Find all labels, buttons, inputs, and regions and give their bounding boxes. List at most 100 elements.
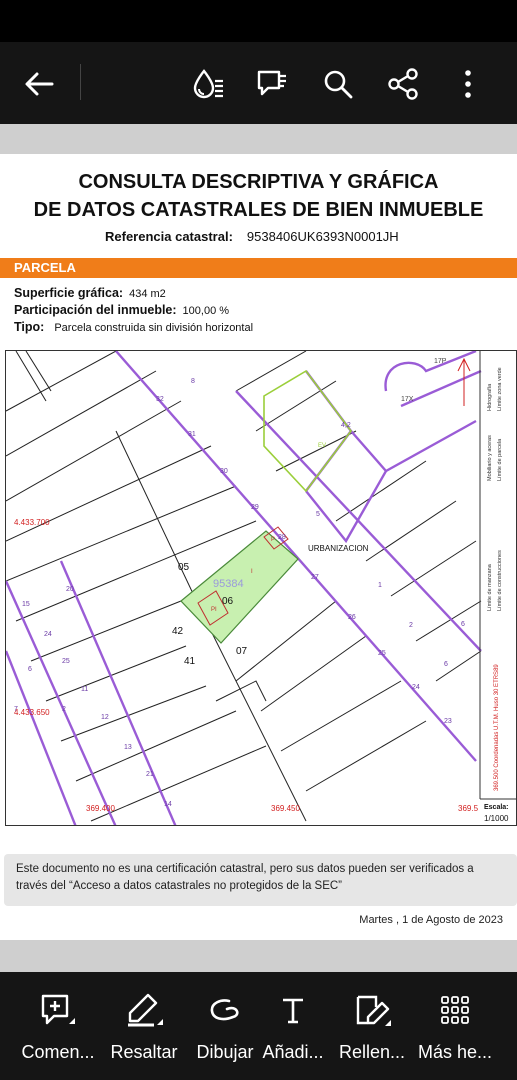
svg-text:4,2: 4,2 — [341, 422, 351, 429]
map-label-06: 06 — [222, 596, 234, 607]
svg-text:15: 15 — [22, 601, 30, 608]
document-date: Martes , 1 de Agosto de 2023 — [359, 914, 503, 926]
green-zone — [263, 369, 352, 493]
tool-fill-sign[interactable]: Rellen... — [329, 990, 415, 1070]
type-row: Tipo: Parcela construida sin división hor… — [14, 320, 253, 334]
surface-value: 434 m2 — [129, 288, 166, 300]
search-icon[interactable] — [320, 66, 356, 102]
svg-text:13: 13 — [124, 744, 132, 751]
tool-highlight[interactable]: Resaltar — [101, 990, 187, 1070]
top-toolbar — [0, 42, 517, 124]
map-label-ev: EV — [318, 443, 326, 449]
document-title: CONSULTA DESCRIPTIVA Y GRÁFICA DE DATOS … — [0, 168, 517, 224]
svg-text:27: 27 — [311, 574, 319, 581]
map-label-41: 41 — [184, 656, 196, 667]
tool-more[interactable]: Más he... — [412, 990, 498, 1070]
svg-text:30: 30 — [220, 468, 228, 475]
highlighter-icon — [124, 990, 164, 1030]
map-coord-x2: 369.450 — [271, 804, 300, 813]
tool-add-text[interactable]: Añadi... — [250, 990, 336, 1070]
map-label-07: 07 — [236, 646, 248, 657]
svg-text:20: 20 — [66, 586, 74, 593]
map-coord-y2: 4.433.650 — [14, 708, 50, 717]
svg-text:6: 6 — [28, 666, 32, 673]
svg-text:1: 1 — [378, 582, 382, 589]
map-label-17p: 17P — [434, 358, 447, 365]
map-coord-x3: 369.5 — [458, 804, 479, 813]
section-header: PARCELA — [0, 258, 517, 278]
svg-text:25: 25 — [62, 658, 70, 665]
legend-hidrografia: Hidrografía — [487, 383, 493, 411]
svg-text:23: 23 — [444, 718, 452, 725]
map-label-p: P — [271, 537, 275, 543]
svg-text:2: 2 — [62, 706, 66, 713]
cadastral-map[interactable]: URBANIZACION 95384 06 05 42 41 07 4.433.… — [5, 350, 517, 826]
svg-text:21: 21 — [146, 771, 154, 778]
tool-draw-label: Dibujar — [196, 1042, 254, 1062]
add-text-icon — [273, 990, 313, 1030]
comment-icon[interactable] — [254, 66, 290, 102]
svg-text:2: 2 — [409, 622, 413, 629]
map-label-urbanizacion: URBANIZACION — [308, 544, 369, 553]
tool-add-text-label: Añadi... — [262, 1042, 324, 1062]
map-coord-x1: 369.400 — [86, 804, 115, 813]
svg-text:24: 24 — [44, 631, 52, 638]
svg-text:12: 12 — [101, 714, 109, 721]
tool-highlight-label: Resaltar — [110, 1042, 178, 1062]
toolbar-divider — [80, 64, 81, 100]
map-parcel-ref: 95384 — [213, 578, 244, 590]
legend-coordinates: 369.500 Coordenadas U.T.M. Huso 30 ETRS8… — [494, 664, 500, 791]
svg-text:31: 31 — [188, 431, 196, 438]
type-label: Tipo: — [14, 320, 45, 334]
svg-text:11: 11 — [81, 686, 88, 693]
ref-label: Referencia catastral: — [105, 229, 233, 244]
tool-comment-label: Comen... — [21, 1042, 95, 1062]
svg-text:32: 32 — [156, 396, 164, 403]
scale-label: Escala: — [484, 804, 509, 811]
map-label-05: 05 — [178, 562, 190, 573]
participation-value: 100,00 % — [182, 305, 230, 317]
participation-label: Participación del inmueble: — [14, 303, 177, 317]
notice-line-1: Este documento no es una certificación c… — [16, 863, 474, 875]
svg-text:5: 5 — [316, 511, 320, 518]
more-vertical-icon[interactable] — [450, 66, 486, 102]
svg-text:8: 8 — [191, 378, 195, 385]
map-label-42: 42 — [172, 626, 184, 637]
svg-text:6: 6 — [461, 621, 465, 628]
back-arrow-icon[interactable] — [22, 67, 56, 101]
notice-line-2: través del “Acceso a datos catastrales n… — [16, 880, 343, 892]
fill-sign-icon — [352, 990, 392, 1030]
share-icon[interactable] — [385, 66, 421, 102]
legend-parcela: Límite de parcela — [497, 438, 503, 481]
surface-row: Superficie gráfica: 434 m2 — [14, 286, 166, 300]
legend-zona-verde: Límite zona verde — [497, 367, 503, 411]
svg-text:7: 7 — [14, 706, 18, 713]
legend-construcciones: Límite de construcciones — [497, 550, 503, 611]
bottom-toolbar: Comen... Resaltar Dibujar Añadi... Relle… — [0, 972, 517, 1080]
add-comment-icon — [38, 990, 78, 1030]
tool-more-label: Más he... — [417, 1042, 493, 1062]
svg-text:28: 28 — [278, 534, 286, 541]
pdf-page: CONSULTA DESCRIPTIVA Y GRÁFICA DE DATOS … — [0, 154, 517, 940]
tool-comment[interactable]: Comen... — [15, 990, 101, 1070]
red-north-arrow — [457, 357, 471, 406]
map-coord-y1: 4.433.700 — [14, 518, 50, 527]
reading-mode-icon[interactable] — [190, 66, 226, 102]
draw-icon — [205, 990, 245, 1030]
legend-manzana: Límite de manzana — [487, 563, 493, 611]
svg-text:14: 14 — [164, 801, 172, 808]
svg-text:25: 25 — [378, 650, 386, 657]
map-label-17x: 17X — [401, 396, 414, 403]
svg-text:26: 26 — [348, 614, 356, 621]
tool-fill-sign-label: Rellen... — [338, 1042, 406, 1062]
ref-value: 9538406UK6393N0001JH — [246, 229, 399, 244]
svg-text:6: 6 — [444, 661, 448, 668]
cadastral-reference: Referencia catastral: 9538406UK6393N0001J… — [105, 229, 399, 244]
surface-label: Superficie gráfica: — [14, 286, 124, 300]
status-bar — [0, 0, 517, 42]
scale-value: 1/1000 — [484, 814, 509, 823]
type-value: Parcela construida sin división horizont… — [54, 322, 254, 334]
document-viewer[interactable]: CONSULTA DESCRIPTIVA Y GRÁFICA DE DATOS … — [0, 124, 517, 972]
title-line-1: CONSULTA DESCRIPTIVA Y GRÁFICA — [78, 171, 439, 193]
legend-mobiliario: Mobiliario y aceras — [487, 435, 493, 481]
